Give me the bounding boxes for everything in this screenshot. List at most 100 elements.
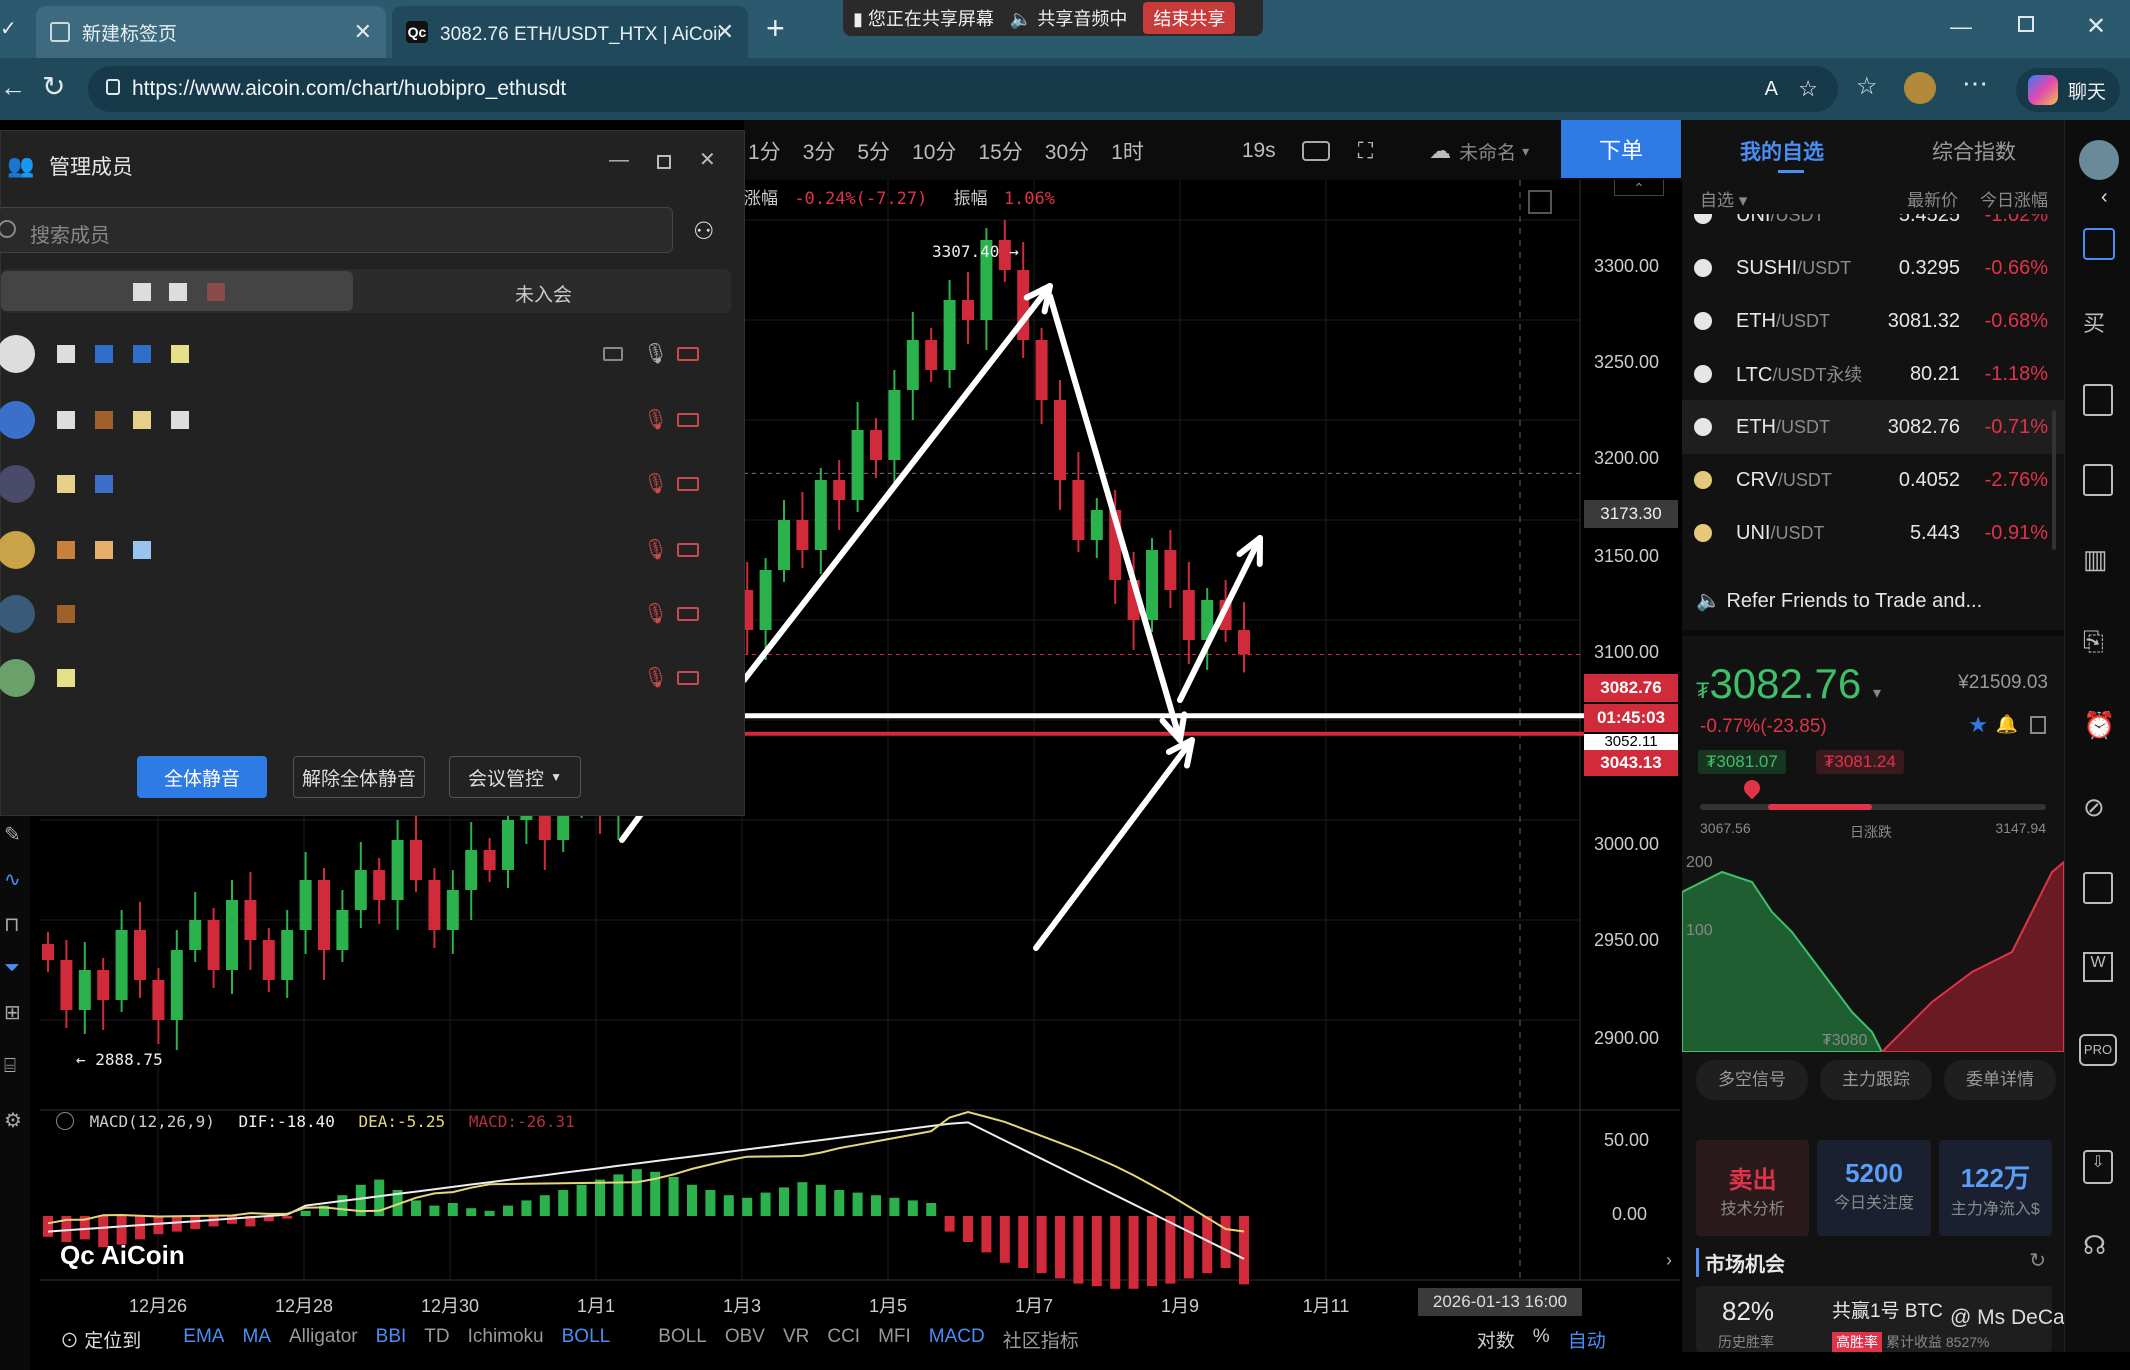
watchlist-row[interactable]: LTC/USDT永续 80.21 -1.18% [1682,347,2064,401]
brush-icon[interactable]: ∿ [4,867,26,892]
member-row[interactable]: 🎙 [0,457,746,519]
pro-icon[interactable]: PRO [2079,1034,2117,1066]
tab-composite-index[interactable]: 综合指数 [1932,136,2016,166]
mic-muted-icon[interactable]: 🎙 [643,601,668,626]
macd-toggle-icon[interactable] [56,1112,74,1130]
calendar-check-icon[interactable] [2083,464,2113,496]
new-tab-button[interactable]: + [766,10,785,47]
expand-icon[interactable] [1528,190,1552,214]
chevron-down-icon[interactable]: ▾ [1522,143,1529,160]
chat-button[interactable]: 聊天 [2016,68,2120,112]
member-row[interactable]: 🎙 [0,327,746,389]
camera-off-icon[interactable] [677,477,699,491]
add-member-icon[interactable]: ⚇ [693,217,715,246]
watchlist-row[interactable]: ETH/USDT 3081.32 -0.68% [1682,294,2064,348]
watchlist-row[interactable]: UNI/USDT 5.4525 -1.02% [1682,214,2064,242]
refresh-icon[interactable]: ↻ [42,70,65,103]
collapse-icon[interactable]: ⌃ [1614,180,1664,196]
watchlist-scrollbar[interactable] [2052,410,2056,550]
tab-aicoin[interactable]: Qc 3082.76 ETH/USDT_HTX | AiCoin-为 ✕ [392,6,748,58]
col-change[interactable]: 今日涨幅 [1980,186,2048,211]
percent-toggle[interactable]: % [1533,1326,1550,1352]
alert-bell-icon[interactable]: 🔔 [1996,714,2018,735]
refresh-icon[interactable]: ↻ [2029,1248,2046,1273]
screen-share-icon[interactable] [603,347,623,361]
profile-avatar[interactable] [1904,72,1936,104]
watchlist-row[interactable]: ETH/USDT 3082.76 -0.71% [1682,400,2064,454]
indicator-community[interactable]: 社区指标 [1003,1326,1079,1352]
camera-off-icon[interactable] [677,543,699,557]
close-icon[interactable]: ✕ [354,19,372,45]
close-icon[interactable]: ✕ [699,147,716,172]
measure-icon[interactable]: ⊞ [4,1000,26,1025]
download-icon[interactable]: ⇩ [2083,1150,2113,1184]
lock-tool-icon[interactable]: ⊓ [4,912,26,937]
mic-muted-icon[interactable]: 🎙 [643,665,668,690]
tab-main-tracking[interactable]: 主力跟踪 [1820,1060,1932,1100]
collapse-panel-icon[interactable]: ‹ [2101,186,2108,209]
group-select[interactable]: 自选 ▾ [1700,186,1747,211]
member-row[interactable]: 🎙 [0,523,746,585]
url-field[interactable]: https://www.aicoin.com/chart/huobipro_et… [88,66,1838,112]
unmute-all-button[interactable]: 解除全体静音 [293,756,425,798]
camera-icon[interactable] [1301,141,1330,161]
mute-all-button[interactable]: 全体静音 [137,756,267,798]
wallet-icon[interactable]: W [2083,952,2113,982]
indicator-mfi[interactable]: MFI [878,1326,911,1352]
indicator-boll-sub[interactable]: BOLL [658,1326,707,1352]
member-row[interactable]: 🎙 [0,587,746,649]
interval-30m[interactable]: 30分 [1045,136,1089,166]
filter-icon[interactable]: ⏷ [4,957,26,980]
favorites-icon[interactable]: ☆ [1856,72,1878,101]
tab-new-tab[interactable]: 新建标签页 ✕ [36,6,386,58]
watchlist-row[interactable]: CRV/USDT 0.4052 -2.76% [1682,453,2064,507]
indicator-alligator[interactable]: Alligator [289,1326,358,1352]
member-row[interactable]: 🎙 [0,393,746,455]
locate-button[interactable]: ⊙ 定位到 [60,1326,141,1352]
add-doc-icon[interactable]: ⎘ [2083,626,2104,658]
data-icon[interactable] [2083,872,2113,904]
user-avatar[interactable] [2079,140,2119,180]
log-scale-toggle[interactable]: 对数 [1477,1326,1515,1352]
camera-off-icon[interactable] [677,347,699,361]
watchlist-icon[interactable] [2083,228,2115,260]
mic-icon[interactable]: 🎙 [643,341,668,366]
alarm-icon[interactable]: ⏰ [2083,710,2115,741]
place-order-button[interactable]: 下单 [1561,120,1681,178]
scroll-right-icon[interactable]: › [1666,1250,1672,1271]
cloud-icon[interactable]: ☁ [1429,138,1451,164]
restore-icon[interactable] [2018,16,2034,32]
interval-1h[interactable]: 1时 [1111,136,1144,166]
tab-in-meeting[interactable] [1,271,353,311]
tab-not-joined[interactable]: 未入会 [515,280,572,307]
bar-chart-icon[interactable]: ▥ [2083,544,2108,575]
mic-muted-icon[interactable]: 🎙 [643,471,668,496]
meeting-control-button[interactable]: 会议管控 ▼ [449,756,581,798]
more-icon[interactable]: ⋯ [1962,68,1988,99]
back-icon[interactable]: ← [0,72,26,103]
minimize-icon[interactable]: — [1950,14,1972,40]
maximize-icon[interactable] [657,155,671,169]
news-icon[interactable] [2083,384,2113,416]
star-icon[interactable]: ☆ [1798,76,1818,102]
stat-technical[interactable]: 卖出 技术分析 [1696,1140,1810,1236]
mic-muted-icon[interactable]: 🎙 [643,537,668,562]
indicator-vr[interactable]: VR [783,1326,809,1352]
indicator-bbi[interactable]: BBI [376,1326,407,1352]
announcement[interactable]: 🔈 Refer Friends to Trade and... [1696,588,1982,613]
camera-off-icon[interactable] [677,607,699,621]
indicator-boll[interactable]: BOLL [562,1326,611,1352]
tab-my-watchlist[interactable]: 我的自选 [1740,136,1824,166]
interval-10m[interactable]: 10分 [912,136,956,166]
support-icon[interactable]: ☊ [2083,1230,2106,1261]
indicator-td[interactable]: TD [424,1326,449,1352]
tab-overview-icon[interactable]: ✓ [0,16,22,40]
bookmark-icon[interactable]: ⌸ [4,1055,26,1078]
close-icon[interactable]: ✕ [716,19,734,45]
chevron-down-icon[interactable]: ▾ [1873,685,1881,702]
interval-1m[interactable]: 1分 [748,136,781,166]
compass-icon[interactable]: ⊘ [2083,792,2105,823]
read-aloud-icon[interactable]: A [1765,78,1778,101]
member-row[interactable]: 🎙 [0,651,746,713]
camera-off-icon[interactable] [677,671,699,685]
